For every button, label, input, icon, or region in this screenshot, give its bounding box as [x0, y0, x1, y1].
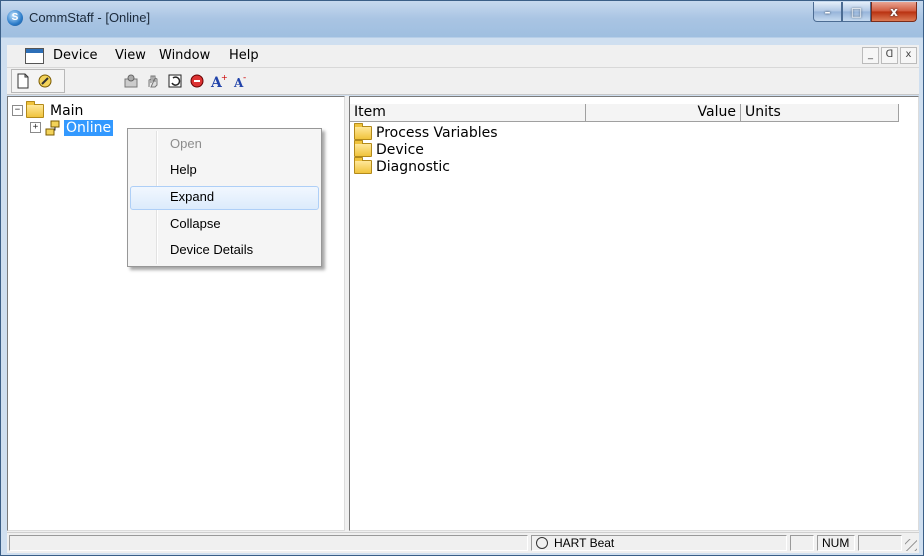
menu-bar: Device View Window Help _ ᗡ x — [7, 45, 919, 68]
toolbar-group-file — [11, 69, 65, 93]
mdi-buttons: _ ᗡ x — [862, 47, 917, 64]
list-item-label: Diagnostic — [376, 158, 450, 175]
tree-label-main: Main — [50, 102, 84, 119]
new-document-icon — [17, 73, 29, 89]
context-menu-collapse[interactable]: Collapse — [130, 213, 319, 237]
folder-icon — [26, 100, 44, 118]
expand-icon[interactable]: + — [30, 122, 41, 133]
status-bar: HART Beat NUM — [7, 532, 919, 553]
column-header-value[interactable]: Value — [586, 104, 741, 122]
heartbeat-icon — [536, 537, 548, 549]
tree-node-main[interactable]: − Main — [12, 100, 85, 119]
list-item-label: Device — [376, 141, 424, 158]
font-increase-button[interactable]: A + — [208, 71, 230, 91]
menu-window[interactable]: Window — [159, 48, 210, 63]
folder-icon — [354, 156, 372, 174]
status-panel-num: NUM — [817, 535, 855, 551]
menu-device[interactable]: Device — [53, 48, 97, 63]
mdi-close-button[interactable]: x — [900, 47, 917, 64]
stop-icon — [190, 74, 204, 88]
heartbeat-label: HART Beat — [554, 536, 615, 550]
device-network-icon — [45, 120, 60, 135]
close-button[interactable]: x — [871, 2, 917, 22]
title-bar[interactable]: S CommStaff - [Online] – □ x — [1, 1, 923, 37]
status-panel-heartbeat: HART Beat — [531, 535, 787, 551]
mdi-minimize-button[interactable]: _ — [862, 47, 879, 64]
num-lock-indicator: NUM — [822, 536, 850, 550]
toolbar-group-device: A + A- — [119, 69, 291, 93]
column-header-units[interactable]: Units — [741, 104, 899, 122]
hand-icon — [148, 75, 158, 88]
menu-view[interactable]: View — [115, 48, 146, 63]
resize-grip[interactable] — [905, 539, 917, 551]
svg-text:+: + — [221, 73, 228, 82]
toolbar: A + A- — [7, 68, 919, 95]
new-document-button[interactable] — [12, 71, 34, 91]
font-increase-icon: A + — [210, 73, 228, 89]
context-menu: Open Help Expand Collapse Device Details — [127, 128, 322, 267]
folder-icon — [354, 122, 372, 140]
status-panel-blank — [790, 535, 814, 551]
stop-button[interactable] — [186, 71, 208, 91]
tree-label-online: Online — [64, 119, 114, 136]
refresh-icon — [168, 74, 182, 88]
status-panel-extra — [858, 535, 902, 551]
app-icon[interactable]: S — [7, 10, 23, 26]
list-header: Item Value Units — [350, 104, 918, 122]
list-item[interactable]: Process Variables — [354, 122, 498, 141]
app-window: S CommStaff - [Online] – □ x Device View… — [0, 0, 924, 556]
font-decrease-icon: A- — [233, 73, 246, 89]
device-config-icon — [124, 74, 138, 88]
status-panel-main — [9, 535, 528, 551]
caption-buttons: – □ x — [813, 2, 917, 23]
context-menu-device-details[interactable]: Device Details — [130, 239, 319, 263]
window-title: CommStaff - [Online] — [29, 10, 151, 25]
folder-icon — [354, 139, 372, 157]
wizard-button[interactable] — [34, 71, 56, 91]
context-menu-help[interactable]: Help — [130, 159, 319, 183]
mdi-restore-button[interactable]: ᗡ — [881, 47, 898, 64]
minimize-button[interactable]: – — [813, 2, 842, 22]
list-item[interactable]: Diagnostic — [354, 156, 450, 175]
list-item-label: Process Variables — [376, 124, 498, 141]
device-config-button[interactable] — [120, 71, 142, 91]
collapse-icon[interactable]: − — [12, 105, 23, 116]
svg-text:-: - — [243, 73, 246, 83]
document-window-icon[interactable] — [25, 48, 44, 64]
minimize-icon: – — [824, 4, 831, 19]
refresh-button[interactable] — [164, 71, 186, 91]
column-header-item[interactable]: Item — [350, 104, 586, 122]
close-icon: x — [890, 4, 898, 19]
maximize-button[interactable]: □ — [842, 2, 871, 22]
hand-button[interactable] — [142, 71, 164, 91]
font-decrease-button[interactable]: A- — [230, 71, 252, 91]
tree-node-online[interactable]: + Online — [30, 119, 114, 136]
context-menu-open[interactable]: Open — [130, 133, 319, 157]
maximize-icon: □ — [850, 4, 863, 19]
wizard-icon — [38, 74, 52, 88]
context-menu-expand[interactable]: Expand — [130, 186, 319, 210]
menu-help[interactable]: Help — [229, 48, 259, 63]
list-item[interactable]: Device — [354, 139, 424, 158]
list-pane[interactable]: Item Value Units Process Variables Devic… — [349, 96, 919, 531]
